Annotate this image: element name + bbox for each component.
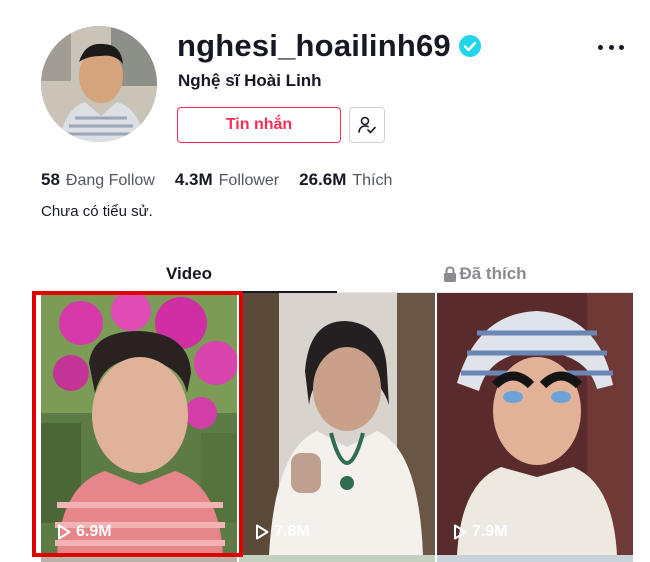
video-card-next[interactable] (239, 555, 435, 562)
profile-stats: 58 Đang Follow 4.3M Follower 26.6M Thích (41, 170, 412, 190)
video-views-count: 6.9M (76, 523, 112, 540)
tab-videos-label: Video (166, 263, 212, 283)
nickname: Nghệ sĩ Hoài Linh (178, 71, 322, 90)
likes-count: 26.6M (299, 170, 347, 189)
video-thumbnail (437, 293, 633, 555)
tab-liked[interactable]: Đã thích (337, 255, 633, 292)
video-grid: 6.9M 7.8M 7.9M (41, 293, 633, 555)
followers-label: Follower (218, 172, 280, 189)
likes-stat: 26.6M Thích (299, 170, 392, 190)
video-views-count: 7.9M (472, 523, 508, 540)
video-thumbnail (239, 293, 435, 555)
video-card-next[interactable] (437, 555, 633, 562)
likes-label: Thích (352, 172, 393, 189)
follow-status-button[interactable] (349, 107, 385, 143)
following-stat[interactable]: 58 Đang Follow (41, 170, 155, 190)
following-label: Đang Follow (65, 172, 155, 189)
profile-tabs: Video Đã thích (41, 255, 633, 293)
play-icon (256, 524, 269, 540)
lock-icon (444, 265, 457, 282)
user-check-icon (358, 116, 376, 134)
play-icon (454, 524, 467, 540)
video-card[interactable]: 6.9M (41, 293, 237, 555)
more-dots-icon[interactable] (598, 38, 624, 56)
message-button[interactable]: Tin nhắn (177, 107, 341, 143)
video-views: 6.9M (57, 523, 112, 541)
following-count: 58 (41, 170, 60, 189)
video-card[interactable]: 7.8M (239, 293, 435, 555)
verified-badge-icon (458, 35, 481, 57)
username: nghesi_hoailinh69 (177, 28, 451, 63)
tab-liked-label: Đã thích (459, 263, 527, 283)
video-card-next[interactable] (41, 555, 237, 562)
avatar (41, 26, 157, 142)
followers-count: 4.3M (174, 170, 213, 189)
username-row: nghesi_hoailinh69 (177, 28, 481, 64)
bio: Chưa có tiểu sử. (41, 203, 153, 220)
video-thumbnail (41, 293, 237, 555)
followers-stat[interactable]: 4.3M Follower (175, 170, 279, 190)
video-views: 7.8M (255, 523, 310, 541)
video-card[interactable]: 7.9M (437, 293, 633, 555)
video-views: 7.9M (453, 523, 508, 541)
video-views-count: 7.8M (274, 523, 310, 540)
play-icon (58, 524, 71, 540)
tab-videos[interactable]: Video (41, 255, 337, 293)
